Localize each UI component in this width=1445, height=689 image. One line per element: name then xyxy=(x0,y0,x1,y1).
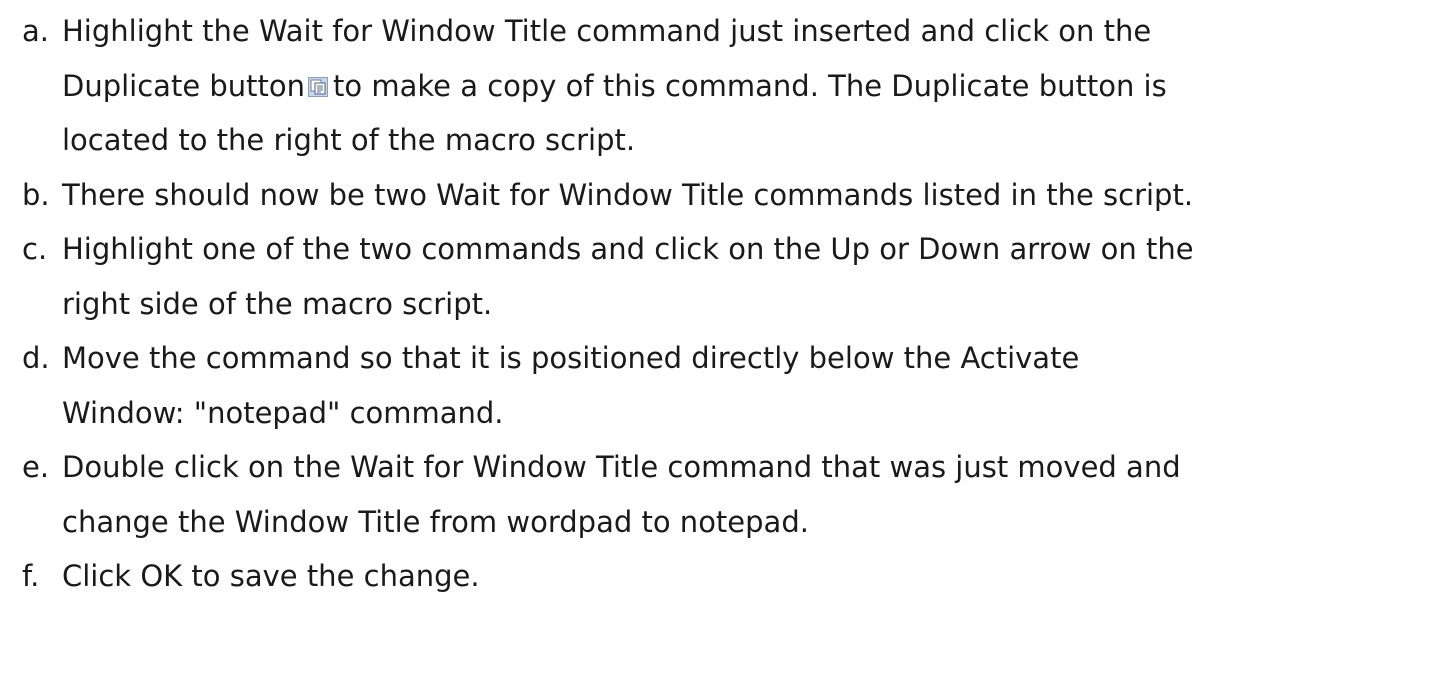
step-c-line-1: c. Highlight one of the two commands and … xyxy=(22,222,1438,277)
step-label: c. xyxy=(22,232,48,266)
step-text: Highlight one of the two commands and cl… xyxy=(62,232,1194,266)
step-a-line-1: a. Highlight the Wait for Window Title co… xyxy=(22,4,1438,59)
step-c-line-2: right side of the macro script. xyxy=(22,277,1438,332)
step-text: Highlight the Wait for Window Title comm… xyxy=(62,14,1152,48)
step-label: a. xyxy=(22,14,49,48)
instruction-list: a. Highlight the Wait for Window Title co… xyxy=(22,4,1438,604)
step-label: e. xyxy=(22,450,50,484)
step-label: f. xyxy=(22,559,40,593)
step-a-line-3: located to the right of the macro script… xyxy=(22,113,1438,168)
step-text: located to the right of the macro script… xyxy=(62,123,636,157)
step-text: Move the command so that it is positione… xyxy=(62,341,1080,375)
step-text: change the Window Title from wordpad to … xyxy=(62,504,809,539)
step-b-line-1: b. There should now be two Wait for Windo… xyxy=(22,168,1438,223)
step-f-line-1: f. Click OK to save the change. xyxy=(22,549,1438,604)
step-text: Window: "notepad" command. xyxy=(62,395,504,430)
step-d-line-2: Window: "notepad" command. xyxy=(22,386,1438,441)
step-a-line-2: Duplicate button to make a copy of this … xyxy=(22,59,1438,114)
step-text: There should now be two Wait for Window … xyxy=(62,177,1194,212)
step-text: Double click on the Wait for Window Titl… xyxy=(62,450,1181,484)
step-label: d. xyxy=(22,341,50,375)
step-text: to make a copy of this command. The Dupl… xyxy=(333,68,1167,103)
duplicate-icon xyxy=(308,60,329,97)
step-d-line-1: d. Move the command so that it is positio… xyxy=(22,331,1438,386)
step-text: Click OK to save the change. xyxy=(62,559,480,593)
step-e-line-2: change the Window Title from wordpad to … xyxy=(22,495,1438,550)
step-e-line-1: e. Double click on the Wait for Window Ti… xyxy=(22,440,1438,495)
step-text: Duplicate button xyxy=(62,68,306,103)
step-text: right side of the macro script. xyxy=(62,286,493,321)
step-label: b. xyxy=(22,177,50,212)
